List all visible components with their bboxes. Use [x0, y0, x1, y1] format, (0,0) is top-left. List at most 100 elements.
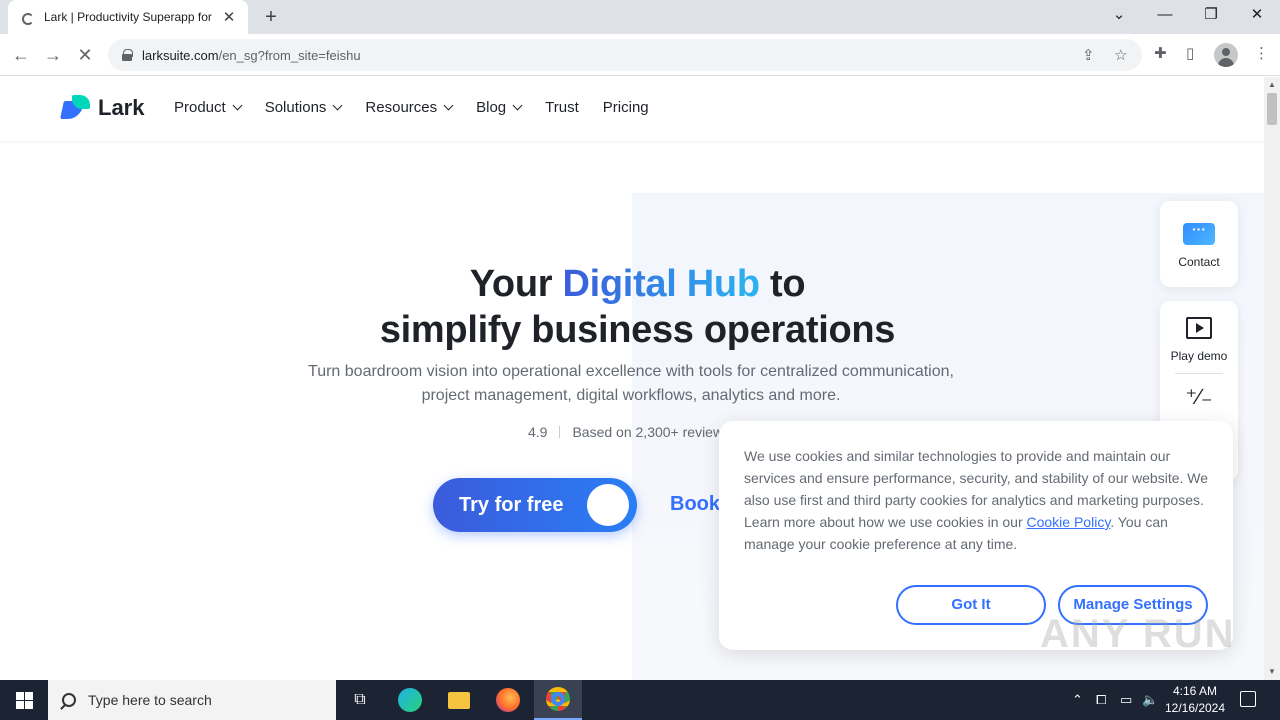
- page-scrollbar[interactable]: ▲ ▼: [1264, 77, 1280, 680]
- network-status-icon[interactable]: ⧠: [1096, 692, 1106, 708]
- forward-button[interactable]: →: [40, 42, 66, 68]
- contact-widget[interactable]: Contact: [1160, 201, 1238, 287]
- clock-time: 4:16 AM: [1172, 684, 1218, 698]
- search-placeholder: Type here to search: [88, 692, 212, 708]
- hero-title-line2: simplify business operations: [379, 309, 896, 351]
- nav-resources[interactable]: Resources: [365, 99, 454, 116]
- taskbar-search-input[interactable]: Type here to search: [48, 680, 336, 720]
- nav-label: Product: [174, 99, 226, 116]
- lark-logo[interactable]: Lark: [62, 95, 144, 121]
- logo-text: Lark: [98, 95, 145, 120]
- firefox-taskbar-button[interactable]: [484, 680, 532, 720]
- volume-icon[interactable]: 🔈: [1142, 692, 1158, 708]
- clock-date: 12/16/2024: [1164, 701, 1226, 715]
- anyrun-watermark: ANY RUN: [1040, 612, 1236, 656]
- tab-search-chevron-down-icon[interactable]: ⌄: [1096, 0, 1142, 34]
- hero-title-line1: Your Digital Hub to: [0, 263, 1264, 306]
- windows-taskbar: Type here to search ⧉ ⌃ ⧠ ▭ 🔈 4:16 AM 12…: [0, 680, 1280, 720]
- scroll-down-icon[interactable]: ▼: [1268, 667, 1276, 676]
- try-for-free-button[interactable]: Try for free: [433, 478, 637, 532]
- windows-logo-icon: [25, 701, 33, 709]
- back-button[interactable]: ←: [8, 42, 34, 68]
- divider: [1175, 373, 1223, 374]
- nav-label: Solutions: [264, 99, 327, 116]
- scroll-up-icon[interactable]: ▲: [1268, 80, 1276, 89]
- taskbar-clock[interactable]: 4:16 AM 12/16/2024: [1162, 683, 1228, 717]
- play-demo-label[interactable]: Play demo: [1160, 349, 1238, 363]
- network-icon[interactable]: ▭: [1120, 692, 1132, 708]
- notification-icon[interactable]: [1240, 691, 1256, 707]
- cookie-text: We use cookies and similar technologies …: [744, 445, 1214, 555]
- hero-subtitle-line2: project management, digital workflows, a…: [421, 387, 841, 404]
- chevron-down-icon: [232, 100, 243, 111]
- tab-title: Lark | Productivity Superapp for: [44, 10, 212, 24]
- nav-product[interactable]: Product: [174, 99, 243, 116]
- rating-score: 4.9: [528, 424, 548, 440]
- bookmark-star-icon[interactable]: ☆: [1114, 46, 1127, 64]
- windows-logo-icon: [16, 701, 24, 709]
- close-window-button[interactable]: ✕: [1234, 0, 1280, 34]
- profile-avatar[interactable]: [1214, 43, 1238, 67]
- page-viewport: Lark Product Solutions Resources Blog Tr…: [0, 77, 1264, 680]
- share-icon[interactable]: ⇪: [1082, 46, 1095, 64]
- browser-tab[interactable]: Lark | Productivity Superapp for ✕: [8, 0, 248, 34]
- browser-tabstrip: Lark | Productivity Superapp for ✕ + ⌄ —…: [0, 0, 1280, 34]
- file-explorer-taskbar-button[interactable]: [435, 680, 483, 720]
- chevron-down-icon: [512, 100, 523, 111]
- chevron-up-icon[interactable]: ⌃: [1072, 692, 1083, 708]
- play-video-icon[interactable]: [1186, 317, 1212, 339]
- chat-bubble-icon: [1183, 221, 1215, 245]
- nav-label: Trust: [545, 99, 579, 116]
- chevron-down-icon: [443, 100, 454, 111]
- cookie-policy-link[interactable]: Cookie Policy: [1027, 514, 1111, 530]
- address-bar[interactable]: larksuite.com/en_sg?from_site=feishu ⇪ ☆: [108, 39, 1142, 71]
- site-header: Lark Product Solutions Resources Blog Tr…: [0, 77, 1264, 141]
- scroll-thumb[interactable]: [1267, 93, 1277, 125]
- chevron-down-icon: [332, 100, 343, 111]
- task-view-button[interactable]: ⧉: [336, 680, 384, 720]
- nav-label: Blog: [476, 99, 507, 116]
- stop-loading-button[interactable]: ✕: [72, 42, 98, 68]
- firefox-icon: [496, 688, 520, 712]
- url-path: /en_sg?from_site=feishu: [218, 47, 361, 63]
- loading-favicon-icon: [18, 9, 34, 25]
- divider: [559, 426, 561, 438]
- rating: 4.9 Based on 2,300+ reviews: [528, 424, 730, 440]
- restore-button[interactable]: ❐: [1188, 0, 1234, 34]
- got-it-button[interactable]: Got It: [896, 585, 1046, 625]
- nav-pricing[interactable]: Pricing: [603, 99, 649, 116]
- calculator-icon[interactable]: ⁺∕₋: [1160, 384, 1238, 410]
- lock-icon: [122, 49, 133, 61]
- edge-icon: [398, 688, 422, 712]
- search-icon: [62, 693, 76, 707]
- nav-solutions[interactable]: Solutions: [264, 99, 343, 116]
- url-host: larksuite.com: [142, 47, 219, 63]
- extensions-puzzle-icon[interactable]: ✚: [1154, 44, 1167, 62]
- browser-toolbar: ← → ✕ larksuite.com/en_sg?from_site=feis…: [0, 34, 1280, 76]
- chrome-icon: [546, 687, 570, 711]
- nav-label: Resources: [365, 99, 438, 116]
- lark-logo-icon: [62, 95, 92, 121]
- side-panel-icon[interactable]: ▯: [1186, 44, 1194, 62]
- title-text: Your: [469, 263, 563, 305]
- chrome-taskbar-button[interactable]: [534, 680, 582, 720]
- start-button[interactable]: [0, 680, 48, 720]
- minimize-button[interactable]: —: [1142, 0, 1188, 34]
- title-text: to: [759, 263, 806, 305]
- title-highlight: Digital Hub: [562, 263, 761, 305]
- hero-subtitle-line1: Turn boardroom vision into operational e…: [308, 363, 954, 380]
- main-nav: Product Solutions Resources Blog Trust P…: [174, 99, 673, 116]
- kebab-menu-icon[interactable]: ⋮: [1254, 44, 1269, 62]
- book-demo-button[interactable]: Book: [670, 493, 720, 516]
- nav-blog[interactable]: Blog: [476, 99, 523, 116]
- contact-label: Contact: [1178, 255, 1220, 269]
- nav-label: Pricing: [602, 99, 649, 116]
- folder-icon: [448, 691, 470, 709]
- edge-taskbar-button[interactable]: [386, 680, 434, 720]
- windows-logo-icon: [25, 692, 33, 700]
- new-tab-button[interactable]: +: [258, 4, 284, 30]
- tab-close-icon[interactable]: ✕: [220, 8, 238, 26]
- task-view-icon: ⧉: [354, 691, 366, 708]
- windows-logo-icon: [16, 692, 24, 700]
- nav-trust[interactable]: Trust: [545, 99, 579, 116]
